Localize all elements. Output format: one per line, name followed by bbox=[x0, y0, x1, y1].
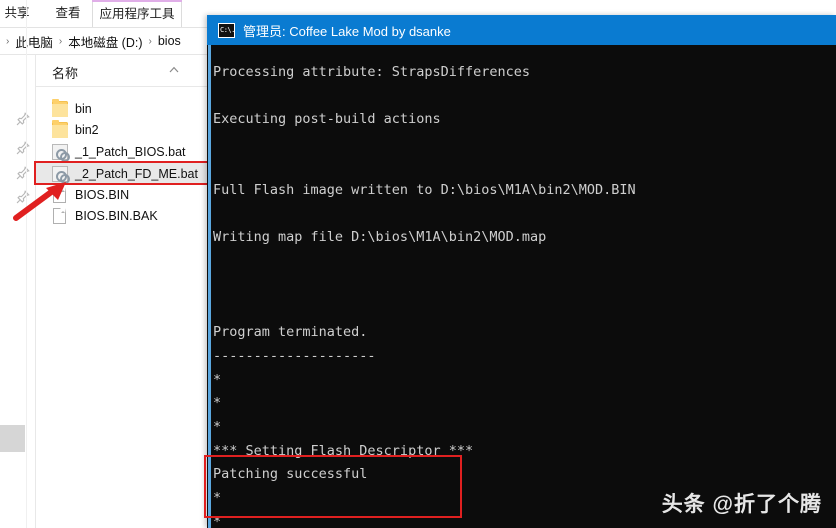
chevron-up-icon bbox=[169, 66, 179, 73]
bat-file-icon bbox=[52, 166, 70, 184]
list-item-label: bin bbox=[75, 102, 92, 116]
list-item[interactable]: BIOS.BIN.BAK bbox=[36, 205, 220, 227]
cmd-console-icon: C:\. bbox=[218, 22, 235, 38]
pin-icon bbox=[16, 141, 30, 155]
console-output-area[interactable]: Processing attribute: StrapsDifferences … bbox=[207, 45, 836, 528]
breadcrumb-separator-icon: › bbox=[148, 35, 152, 47]
pin-icon bbox=[16, 112, 30, 126]
list-item[interactable]: _1_Patch_BIOS.bat bbox=[36, 141, 220, 163]
list-item[interactable]: bin2 bbox=[36, 119, 220, 141]
tab-share[interactable]: 共享 bbox=[0, 0, 44, 27]
list-item[interactable]: BIOS.BIN bbox=[36, 184, 220, 206]
pin-icon bbox=[16, 190, 30, 204]
bat-file-icon bbox=[52, 144, 70, 162]
list-item[interactable]: bin bbox=[36, 98, 220, 120]
list-item-label: _2_Patch_FD_ME.bat bbox=[75, 167, 198, 181]
watermark: 头条 @折了个腾 bbox=[661, 493, 822, 516]
console-title-text: 管理员: Coffee Lake Mod by dsanke bbox=[243, 23, 451, 39]
pin-icon bbox=[16, 166, 30, 180]
nav-pane-scrollbar-thumb[interactable] bbox=[0, 425, 25, 452]
folder-icon bbox=[52, 120, 68, 138]
tab-application-tools[interactable]: 应用程序工具 bbox=[92, 0, 182, 27]
tab-view[interactable]: 查看 bbox=[42, 0, 94, 27]
console-output-text: Processing attribute: StrapsDifferences … bbox=[213, 63, 636, 528]
list-item-label: bin2 bbox=[75, 123, 99, 137]
list-item[interactable]: _2_Patch_FD_ME.bat bbox=[36, 163, 220, 185]
screenshot-root: 共享 查看 应用程序工具 › 此电脑 › 本地磁盘 (D:) › bios 名称 bbox=[0, 0, 836, 528]
command-prompt-window[interactable]: C:\. 管理员: Coffee Lake Mod by dsanke Proc… bbox=[207, 15, 836, 528]
bin-file-icon bbox=[53, 187, 66, 203]
list-item-label: BIOS.BIN bbox=[75, 188, 130, 202]
list-item-label: _1_Patch_BIOS.bat bbox=[75, 145, 186, 159]
column-header-row: 名称 bbox=[36, 58, 220, 87]
breadcrumb-item-local-disk-d[interactable]: 本地磁盘 (D:) bbox=[68, 32, 142, 51]
breadcrumb-separator-icon: › bbox=[58, 35, 63, 47]
console-title-bar[interactable]: C:\. 管理员: Coffee Lake Mod by dsanke bbox=[207, 15, 836, 45]
console-scrollbar[interactable] bbox=[208, 45, 211, 528]
list-item-label: BIOS.BIN.BAK bbox=[75, 209, 158, 223]
breadcrumb-item-bios[interactable]: bios bbox=[158, 34, 181, 48]
breadcrumb-item-this-pc[interactable]: 此电脑 bbox=[15, 32, 53, 51]
nav-pane-scroll-track bbox=[26, 0, 27, 528]
folder-icon bbox=[52, 99, 68, 117]
breadcrumb-separator-icon: › bbox=[6, 35, 10, 47]
column-header-name[interactable]: 名称 bbox=[52, 63, 78, 82]
bin-file-icon bbox=[53, 208, 66, 224]
